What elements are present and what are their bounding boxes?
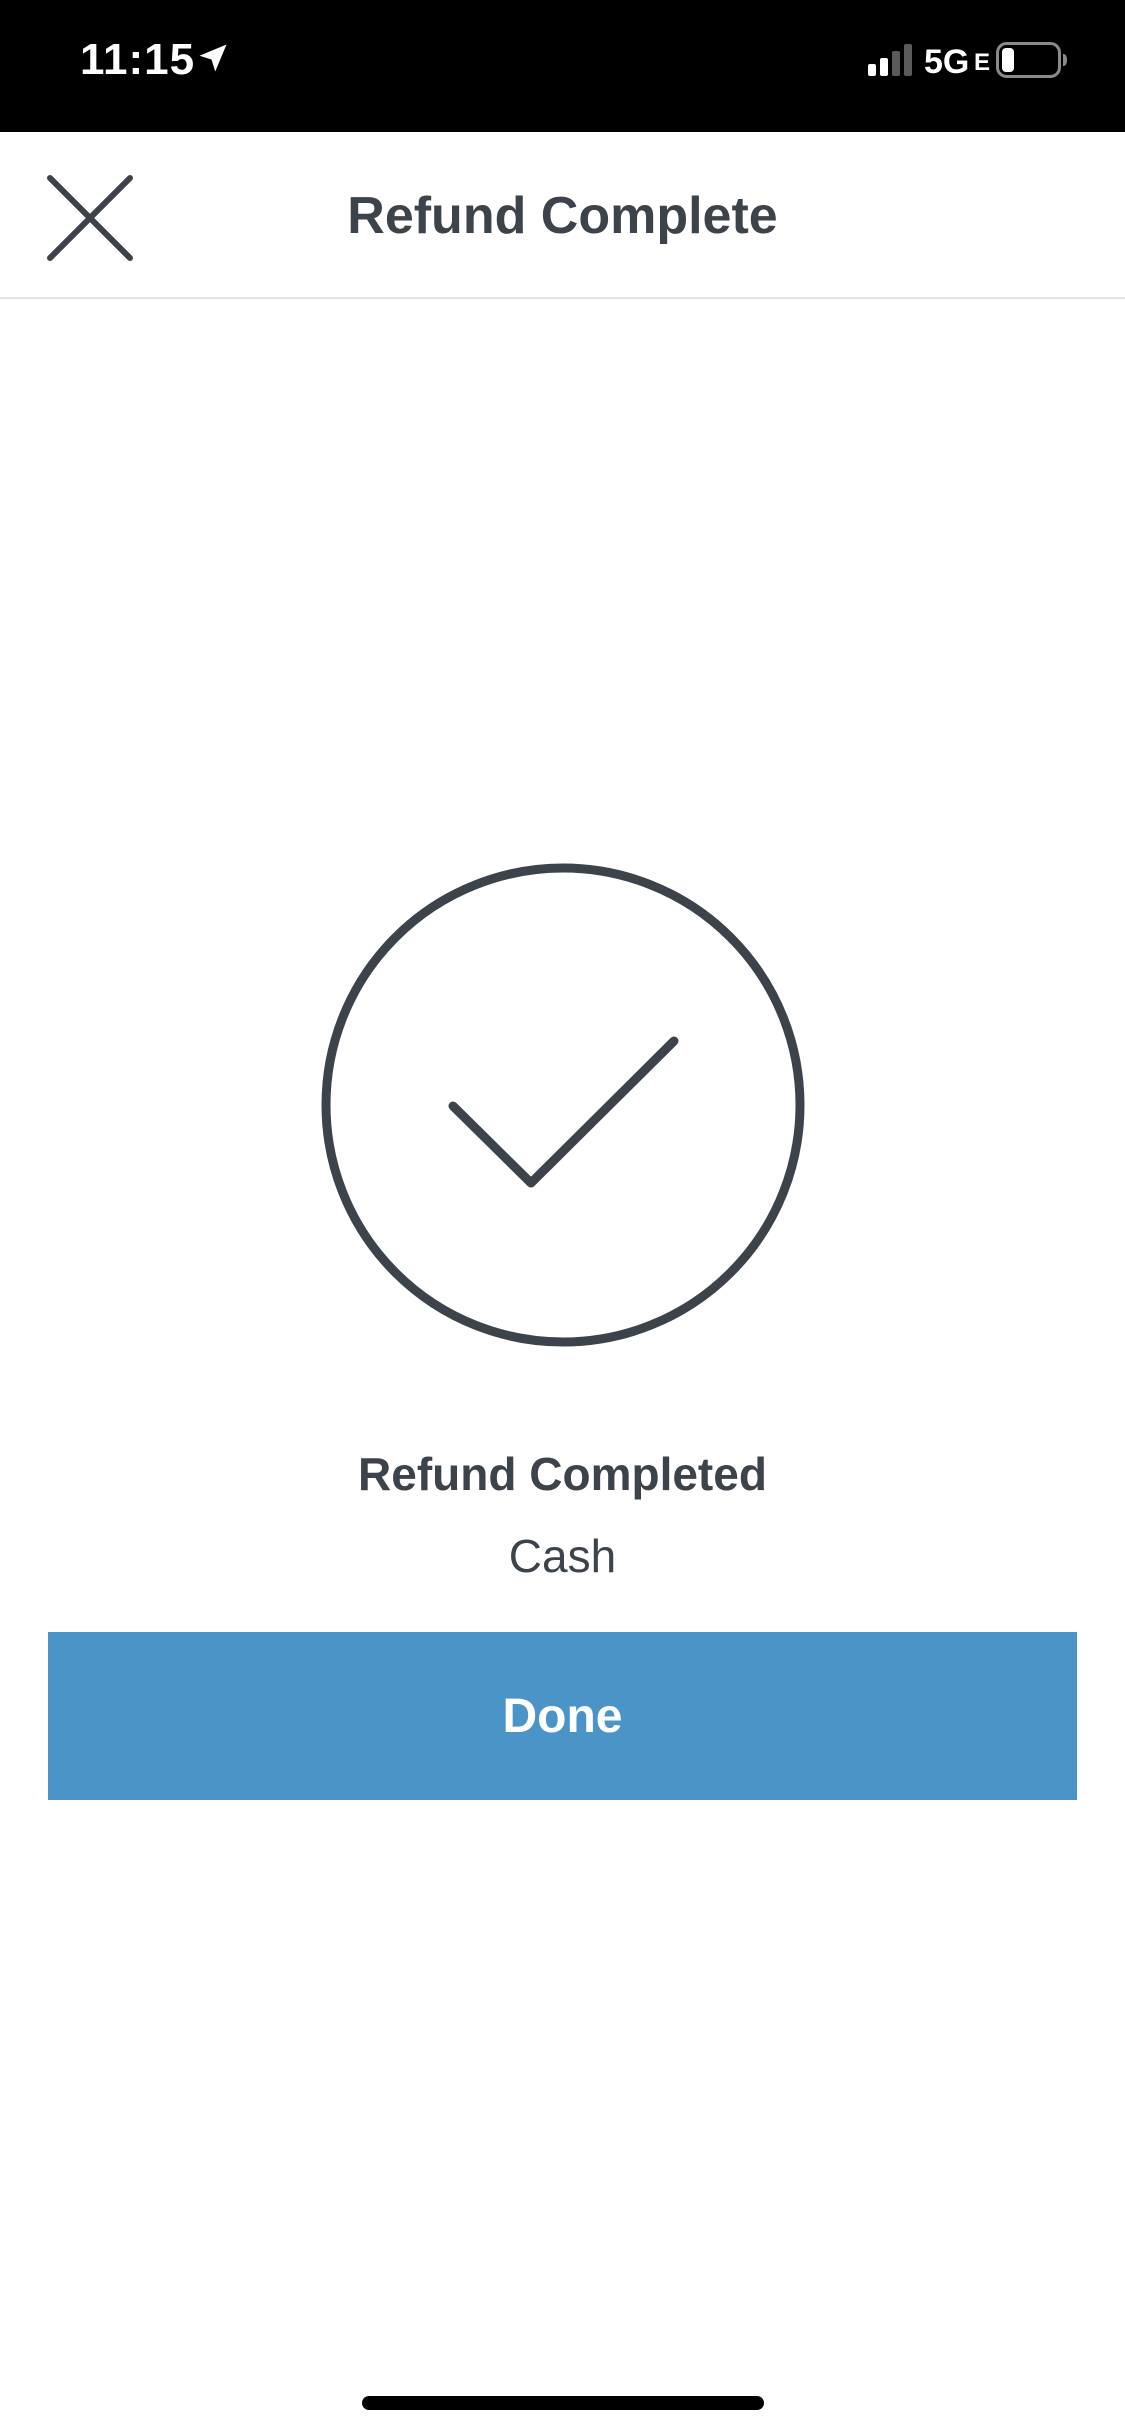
payment-method-label: Cash — [508, 1530, 617, 1582]
refund-complete-screen: 11:15 5G E Refund Complete Refund Comple… — [0, 0, 1125, 2436]
status-time: 11:15 — [80, 35, 196, 84]
battery-icon — [996, 42, 1067, 78]
home-indicator — [362, 2396, 764, 2410]
check-circle-icon — [321, 863, 805, 1347]
signal-icon — [868, 44, 912, 76]
success-title: Refund Completed — [358, 1448, 767, 1500]
nav-header: Refund Complete — [0, 132, 1125, 299]
done-button[interactable]: Done — [48, 1632, 1077, 1800]
page-title: Refund Complete — [347, 187, 778, 245]
location-arrow-icon — [199, 44, 227, 72]
network-suffix: E — [974, 49, 991, 76]
status-bar: 11:15 5G E — [0, 0, 1125, 132]
network-label: 5G — [924, 43, 970, 81]
